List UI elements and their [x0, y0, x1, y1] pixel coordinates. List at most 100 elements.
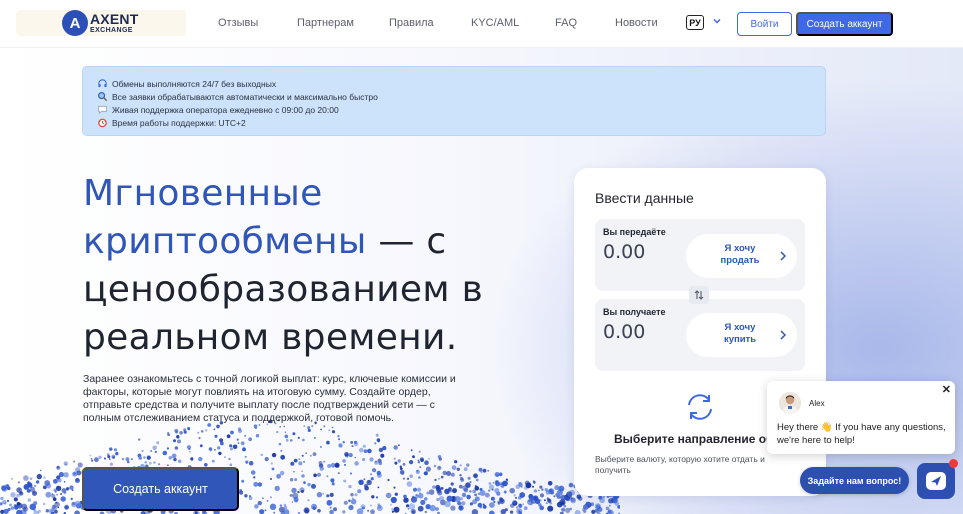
swap-arrows-icon — [694, 290, 704, 300]
particle-dot — [367, 448, 372, 454]
headset-icon — [98, 79, 107, 88]
particle-dot — [378, 461, 383, 466]
particle-dot — [198, 437, 201, 440]
particle-dot — [290, 439, 293, 442]
particle-dot — [150, 450, 153, 452]
particle-dot — [445, 488, 449, 493]
particle-dot — [363, 449, 368, 454]
logo[interactable]: A AXENT EXCHANGE — [62, 10, 138, 36]
particle-dot — [248, 461, 254, 466]
send-amount-input[interactable]: 0.00 — [603, 241, 645, 263]
particle-dot — [43, 476, 46, 479]
login-button[interactable]: Войти — [737, 12, 792, 36]
particle-dot — [33, 508, 36, 512]
buy-currency-select[interactable]: Я хочу купить — [686, 313, 797, 357]
particle-dot — [109, 462, 114, 466]
particle-dot — [326, 494, 330, 498]
chevron-down-icon[interactable] — [712, 16, 722, 26]
particle-dot — [412, 455, 415, 459]
particle-dot — [228, 457, 231, 461]
particle-dot — [291, 501, 294, 503]
nav-kyc-aml[interactable]: KYC/AML — [471, 17, 519, 29]
info-notice: Обмены выполняются 24/7 без выходных Все… — [82, 66, 826, 136]
particle-dot — [409, 460, 414, 465]
particle-dot — [499, 498, 505, 505]
particle-dot — [459, 474, 462, 477]
particle-dot — [331, 482, 335, 486]
particle-dot — [45, 491, 52, 498]
close-icon[interactable]: ✕ — [942, 383, 951, 396]
particle-dot — [380, 453, 385, 458]
nav-rules[interactable]: Правила — [389, 17, 434, 29]
particle-dot — [297, 490, 300, 494]
particle-dot — [293, 470, 295, 473]
particle-dot — [393, 457, 396, 460]
particle-dot — [278, 442, 282, 446]
particle-dot — [370, 473, 373, 476]
particle-dot — [482, 468, 487, 473]
nav-news[interactable]: Новости — [615, 17, 658, 29]
particle-dot — [16, 502, 21, 506]
chat-launcher-button[interactable] — [917, 463, 955, 499]
particle-dot — [406, 504, 410, 508]
hero-create-account-button[interactable]: Создать аккаунт — [82, 467, 239, 511]
particle-dot — [350, 493, 354, 497]
chat-popup[interactable]: ✕ Alex Hey there 👋 If you have any quest… — [767, 381, 955, 454]
sell-currency-select[interactable]: Я хочу продать — [686, 234, 797, 278]
send-field[interactable]: Вы передаёте 0.00 Я хочу продать — [595, 219, 805, 291]
particle-dot — [329, 492, 334, 497]
particle-dot — [10, 506, 15, 510]
particle-dot — [362, 506, 365, 510]
particle-dot — [350, 472, 352, 475]
particle-dot — [138, 438, 141, 441]
particle-dot — [177, 439, 181, 444]
particle-dot — [375, 496, 379, 499]
particle-dot — [307, 426, 311, 430]
particle-dot — [374, 460, 379, 465]
receive-amount-input[interactable]: 0.00 — [603, 321, 645, 343]
particle-dot — [387, 478, 390, 482]
particle-dot — [257, 482, 263, 487]
particle-dot — [322, 492, 325, 495]
particle-dot — [547, 505, 554, 512]
particle-dot — [451, 465, 457, 470]
logo-mark-icon: A — [62, 10, 88, 36]
particle-dot — [262, 497, 264, 500]
particle-dot — [461, 501, 466, 506]
particle-dot — [253, 481, 259, 487]
agent-name: Alex — [809, 399, 825, 408]
particle-dot — [208, 447, 213, 451]
particle-dot — [98, 455, 102, 459]
language-selector[interactable]: РУ — [686, 15, 704, 30]
particle-dot — [29, 477, 33, 481]
particle-dot — [538, 489, 540, 492]
receive-field[interactable]: Вы получаете 0.00 Я хочу купить — [595, 299, 805, 371]
particle-dot — [224, 456, 226, 458]
particle-dot — [438, 457, 442, 461]
notice-line: Живая поддержка оператора ежедневно с 09… — [97, 103, 825, 116]
particle-dot — [403, 494, 407, 499]
particle-dot — [376, 438, 381, 442]
particle-dot — [248, 437, 253, 442]
particle-dot — [305, 452, 308, 454]
particle-dot — [331, 430, 336, 434]
particle-dot — [17, 481, 21, 484]
notice-text: Обмены выполняются 24/7 без выходных — [112, 78, 277, 89]
particle-dot — [425, 466, 431, 472]
nav-faq[interactable]: FAQ — [555, 17, 577, 29]
particle-dot — [461, 492, 467, 498]
particle-dot — [458, 505, 464, 511]
particle-dot — [543, 499, 546, 502]
particle-dot — [189, 450, 192, 453]
register-button[interactable]: Создать аккаунт — [796, 12, 893, 36]
particle-dot — [482, 503, 485, 506]
particle-dot — [492, 482, 495, 484]
particle-dot — [363, 478, 366, 481]
swap-direction-button[interactable] — [689, 286, 709, 304]
nav-reviews[interactable]: Отзывы — [218, 17, 258, 29]
logo-mark-letter: A — [69, 14, 81, 32]
particle-dot — [479, 490, 486, 496]
ask-question-button[interactable]: Задайте нам вопрос! — [800, 467, 909, 494]
particle-dot — [25, 484, 27, 487]
nav-partners[interactable]: Партнерам — [297, 17, 354, 29]
